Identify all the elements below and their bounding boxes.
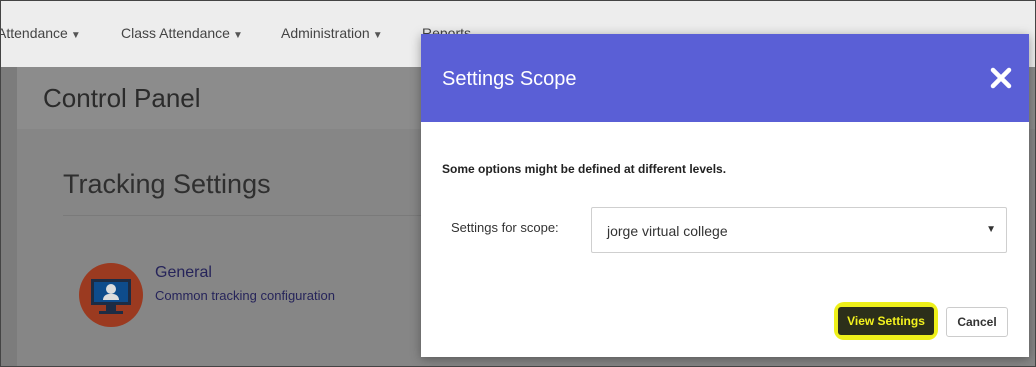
page-title: Control Panel — [43, 83, 201, 113]
nav-item-label: Class Attendance — [121, 25, 230, 41]
modal-header: Settings Scope — [421, 34, 1029, 122]
caret-down-icon: ▼ — [70, 30, 81, 41]
modal-title: Settings Scope — [442, 68, 577, 90]
close-icon[interactable] — [987, 64, 1015, 92]
nav-item-label: Attendance — [0, 25, 68, 41]
caret-down-icon: ▼ — [986, 224, 996, 235]
nav-item-label: Administration — [281, 25, 370, 41]
monitor-user-icon — [79, 263, 143, 327]
divider — [63, 215, 443, 216]
caret-down-icon: ▼ — [232, 30, 243, 41]
nav-item-class-attendance[interactable]: Class Attendance ▼ — [121, 25, 243, 41]
general-description: Common tracking configuration — [155, 288, 335, 303]
settings-scope-modal: Settings Scope Some options might be def… — [421, 34, 1029, 357]
view-settings-button[interactable]: View Settings — [838, 307, 934, 335]
section-title: Tracking Settings — [63, 169, 271, 199]
nav-item-administration[interactable]: Administration ▼ — [281, 25, 383, 41]
scope-select[interactable]: jorge virtual college ▼ — [591, 207, 1007, 253]
caret-down-icon: ▼ — [372, 30, 383, 41]
highlight-marker: View Settings — [834, 302, 938, 340]
general-link[interactable]: General — [155, 264, 212, 282]
scope-select-value: jorge virtual college — [607, 223, 728, 239]
scope-notice: Some options might be defined at differe… — [442, 162, 727, 176]
app-frame: Attendance ▼ Class Attendance ▼ Administra… — [0, 0, 1036, 367]
scope-label: Settings for scope: — [451, 220, 559, 235]
cancel-button[interactable]: Cancel — [946, 307, 1008, 337]
nav-item-attendance[interactable]: Attendance ▼ — [0, 25, 81, 41]
